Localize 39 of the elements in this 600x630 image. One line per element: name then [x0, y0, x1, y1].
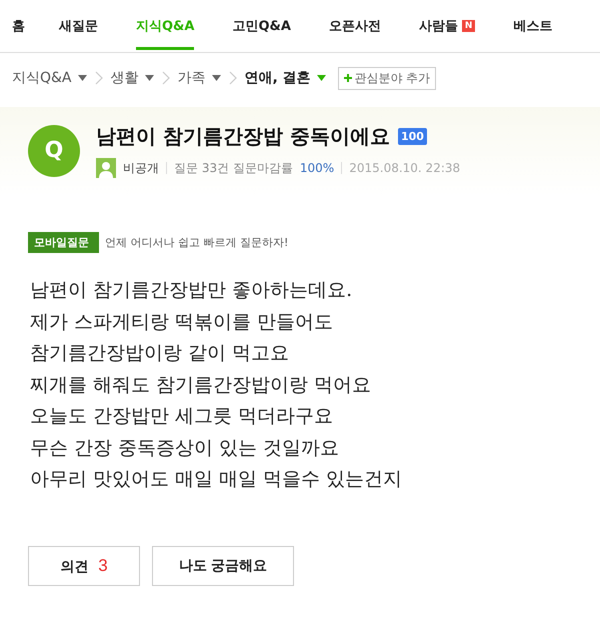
nav-tab[interactable]: 새질문	[59, 2, 98, 50]
caret-icon	[212, 75, 221, 81]
question-title: 남편이 참기름간장밥 중독이에요	[96, 123, 390, 150]
question-date: 2015.08.10. 22:38	[349, 161, 460, 175]
plus-icon	[344, 74, 352, 82]
question-text-line: 무슨 간장 중독증상이 있는 것일까요	[30, 436, 340, 460]
caret-icon	[78, 75, 87, 81]
mobile-question-tag: 모바일질문	[28, 232, 99, 253]
question-text-line: 참기름간장밥이랑 같이 먹고요	[30, 341, 290, 366]
caret-icon	[316, 75, 326, 81]
nav-tab[interactable]: 홈	[12, 2, 25, 50]
new-badge: N	[462, 20, 476, 32]
nav-tab[interactable]: 베스트	[513, 2, 552, 50]
question-text-line: 아무리 맛있어도 매일 매일 먹을수 있는건지	[30, 467, 404, 492]
question-stats: 질문 33건 질문마감률	[174, 160, 293, 176]
breadcrumb-item[interactable]: 생활	[110, 69, 154, 87]
breadcrumb-item[interactable]: 가족	[178, 69, 221, 87]
question-text-line: 제가 스파게티랑 떡볶이를 만들어도	[30, 310, 334, 334]
question-text-line: 오늘도 간장밥만 세그릇 먹더라구요	[30, 404, 334, 429]
question-badge: Q	[28, 124, 80, 176]
points-badge: 100	[398, 128, 427, 145]
nav-tab[interactable]: 고민Q&A	[232, 2, 291, 50]
chevron-icon	[94, 71, 103, 85]
close-rate: 100%	[300, 161, 334, 175]
curious-button[interactable]: 나도 궁금해요	[152, 546, 294, 586]
add-interest-button[interactable]: 관심분야 추가	[338, 66, 436, 90]
question-text-line: 남편이 참기름간장밥만 좋아하는데요.	[30, 278, 354, 303]
chevron-icon	[228, 71, 237, 85]
avatar-icon	[96, 158, 116, 178]
question-text-line: 찌개를 해줘도 참기름간장밥이랑 먹어요	[30, 372, 372, 398]
breadcrumb-item[interactable]: 연애, 결혼	[244, 69, 326, 87]
chevron-icon	[162, 71, 170, 85]
opinion-button[interactable]: 의견 3	[28, 546, 140, 586]
mobile-promo-text: 언제 어디서나 쉽고 빠르게 질문하자!	[105, 235, 288, 250]
caret-icon	[144, 75, 154, 81]
nav-tab[interactable]: 사람들 N	[418, 2, 476, 50]
nav-tab[interactable]: 오픈사전	[328, 2, 381, 50]
author-name[interactable]: 비공개	[123, 160, 159, 176]
breadcrumb-item[interactable]: 지식Q&A	[12, 69, 87, 87]
